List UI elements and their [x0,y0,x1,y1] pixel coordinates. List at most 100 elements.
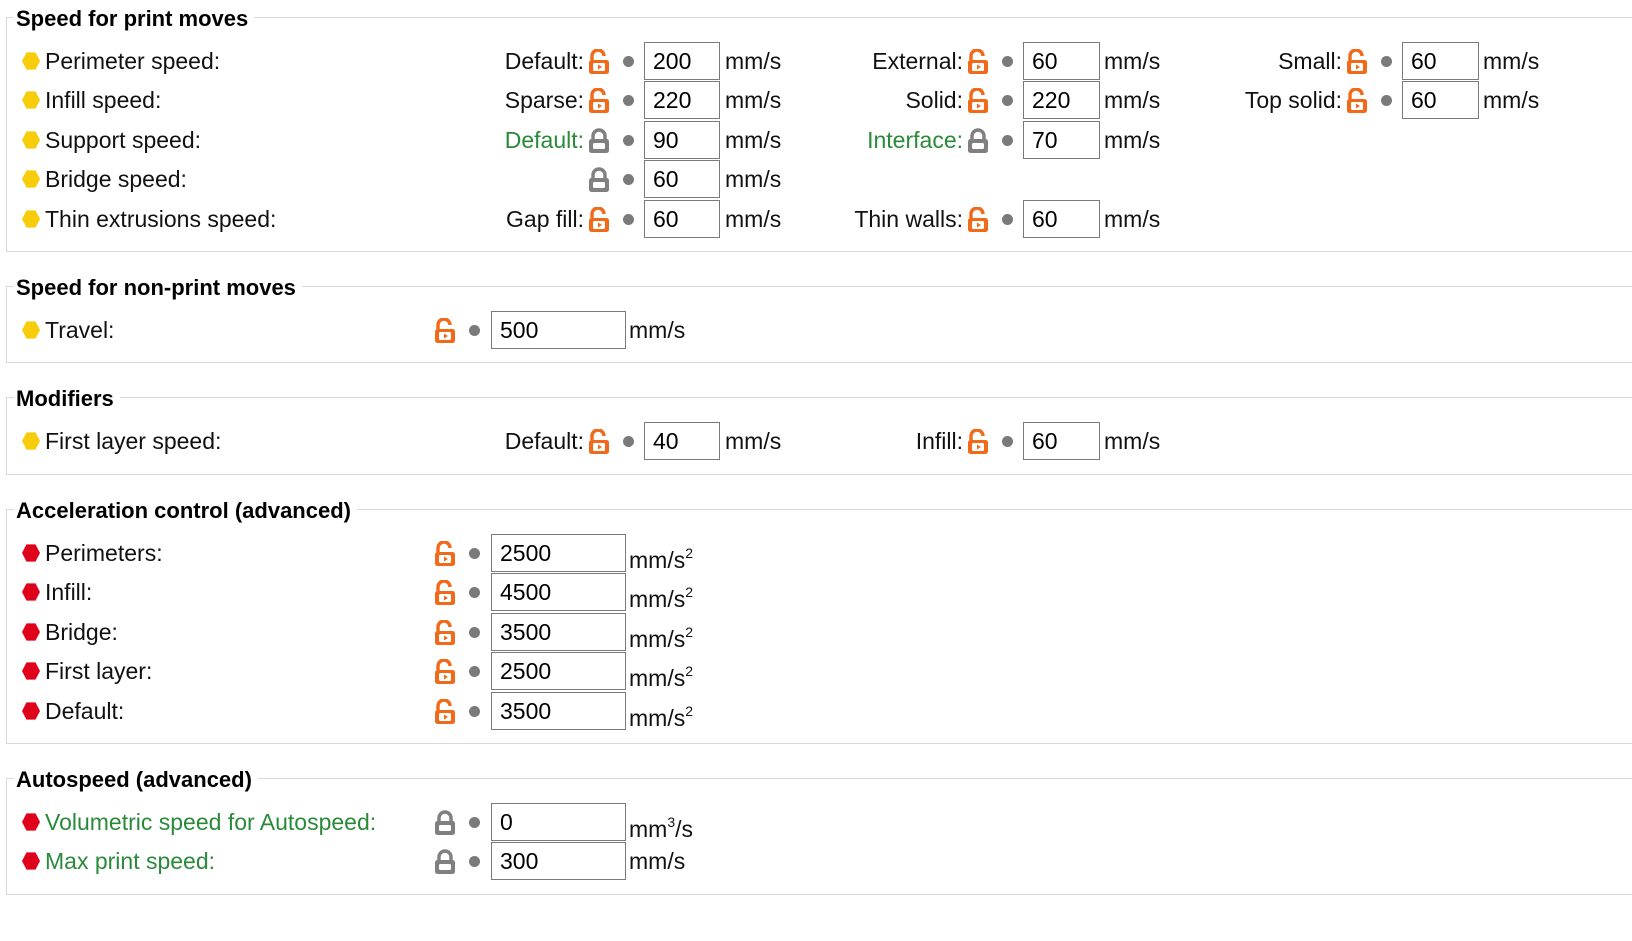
unit-label: mm/s [725,428,782,454]
locked-lock-icon[interactable] [432,810,458,836]
gap-fill-input[interactable]: 60 [644,200,720,238]
perimeter-external-label: External: [872,48,963,74]
first-layer-infill-input[interactable]: 60 [1023,422,1100,460]
gap-fill-label: Gap fill: [506,206,584,232]
reset-dot-icon[interactable] [469,856,480,867]
simple-mode-icon [22,321,40,339]
expert-mode-icon [22,852,40,870]
infill-sparse-input[interactable]: 220 [644,81,720,119]
unlocked-lock-icon[interactable] [965,429,991,455]
simple-mode-icon [22,210,40,228]
unit-label: mm/s [629,317,686,343]
volumetric-speed-input[interactable]: 0 [491,803,626,841]
first-layer-infill-label: Infill: [915,428,963,454]
bridge-speed-label: Bridge speed: [45,166,187,192]
perimeter-small-input[interactable]: 60 [1402,42,1479,80]
unlocked-lock-icon[interactable] [586,207,612,233]
perimeter-default-input[interactable]: 200 [644,42,720,80]
travel-label: Travel: [45,317,115,343]
reset-dot-icon[interactable] [623,95,634,106]
support-interface-input[interactable]: 70 [1023,121,1100,159]
bridge-speed-input[interactable]: 60 [644,160,720,198]
support-default-label: Default: [504,127,584,153]
unlocked-lock-icon[interactable] [965,49,991,75]
reset-dot-icon[interactable] [623,436,634,447]
reset-dot-icon[interactable] [623,135,634,146]
accel-bridge-input[interactable]: 3500 [491,613,626,651]
group-acceleration-control: Acceleration control (advanced) Perimete… [6,496,1632,744]
accel-default-input[interactable]: 3500 [491,692,626,730]
reset-dot-icon[interactable] [469,587,480,598]
first-layer-speed-label: First layer speed: [45,428,222,454]
bridge-speed-row: Bridge speed: 60 mm/s [6,159,1632,199]
reset-dot-icon[interactable] [1002,135,1013,146]
reset-dot-icon[interactable] [623,214,634,225]
unlocked-lock-icon[interactable] [1344,88,1370,114]
unit-label: mm/s [1483,87,1540,113]
unlocked-lock-icon[interactable] [432,580,458,606]
unlocked-lock-icon[interactable] [965,207,991,233]
reset-dot-icon[interactable] [623,56,634,67]
infill-sparse-label: Sparse: [504,87,584,113]
infill-solid-input[interactable]: 220 [1023,81,1100,119]
reset-dot-icon[interactable] [1381,95,1392,106]
first-layer-speed-row: First layer speed: Default: 40 mm/s Infi… [6,421,1632,461]
reset-dot-icon[interactable] [1002,56,1013,67]
unit-label: mm/s [1483,48,1540,74]
perimeter-external-input[interactable]: 60 [1023,42,1100,80]
reset-dot-icon[interactable] [469,548,480,559]
unlocked-lock-icon[interactable] [586,49,612,75]
accel-first-layer-row: First layer: 2500 mm/s2 [6,651,1632,691]
reset-dot-icon[interactable] [1381,56,1392,67]
infill-top-solid-label: Top solid: [1244,87,1342,113]
locked-lock-icon[interactable] [586,128,612,154]
thin-walls-input[interactable]: 60 [1023,200,1100,238]
volumetric-speed-row: Volumetric speed for Autospeed: 0 mm3/s [6,802,1632,842]
reset-dot-icon[interactable] [469,817,480,828]
unlocked-lock-icon[interactable] [432,620,458,646]
expert-mode-icon [22,544,40,562]
max-print-speed-input[interactable]: 300 [491,842,626,880]
unlocked-lock-icon[interactable] [1344,49,1370,75]
locked-lock-icon[interactable] [965,128,991,154]
reset-dot-icon[interactable] [469,666,480,677]
group-speed-non-print-moves: Speed for non-print moves Travel: 500 mm… [6,273,1632,363]
reset-dot-icon[interactable] [1002,214,1013,225]
unlocked-lock-icon[interactable] [432,318,458,344]
max-print-speed-label: Max print speed: [45,848,216,874]
unlocked-lock-icon[interactable] [586,429,612,455]
travel-input[interactable]: 500 [491,311,626,349]
infill-top-solid-input[interactable]: 60 [1402,81,1479,119]
unlocked-lock-icon[interactable] [432,659,458,685]
reset-dot-icon[interactable] [469,706,480,717]
accel-infill-row: Infill: 4500 mm/s2 [6,572,1632,612]
reset-dot-icon[interactable] [1002,436,1013,447]
unlocked-lock-icon[interactable] [586,88,612,114]
unit-label: mm/s [725,127,782,153]
reset-dot-icon[interactable] [1002,95,1013,106]
unlocked-lock-icon[interactable] [432,699,458,725]
group-modifiers: Modifiers First layer speed: Default: 40… [6,384,1632,475]
support-default-input[interactable]: 90 [644,121,720,159]
accel-default-label: Default: [45,698,125,724]
unit-label: mm/s [1104,48,1161,74]
expert-mode-icon [22,583,40,601]
accel-perimeters-input[interactable]: 2500 [491,534,626,572]
accel-first-layer-input[interactable]: 2500 [491,652,626,690]
group-title: Modifiers [14,384,120,414]
first-layer-default-input[interactable]: 40 [644,422,720,460]
accel-infill-input[interactable]: 4500 [491,573,626,611]
accel-bridge-row: Bridge: 3500 mm/s2 [6,612,1632,652]
accel-infill-label: Infill: [45,579,93,605]
group-speed-print-moves: Speed for print moves Perimeter speed: D… [6,4,1632,252]
reset-dot-icon[interactable] [623,174,634,185]
reset-dot-icon[interactable] [469,627,480,638]
perimeter-speed-label: Perimeter speed: [45,48,221,74]
unlocked-lock-icon[interactable] [965,88,991,114]
unlocked-lock-icon[interactable] [432,541,458,567]
locked-lock-icon[interactable] [432,849,458,875]
locked-lock-icon[interactable] [586,167,612,193]
perimeter-default-label: Default: [504,48,584,74]
reset-dot-icon[interactable] [469,325,480,336]
unit-label: mm/s [725,206,782,232]
